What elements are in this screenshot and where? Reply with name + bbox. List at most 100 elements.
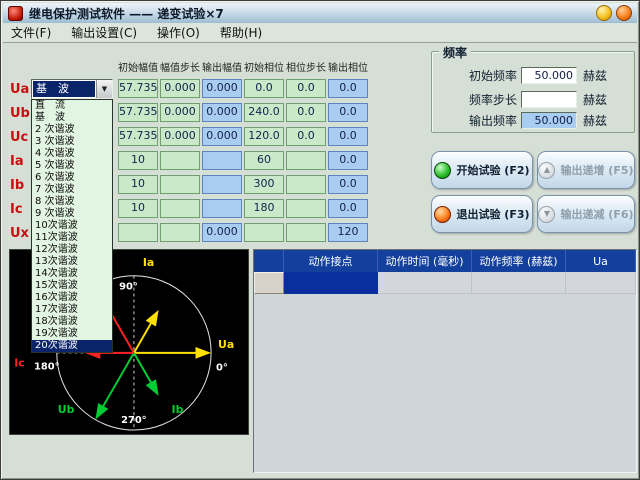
output-increase-button[interactable]: ▲ 输出递增 (F5)	[537, 151, 635, 189]
channel-cell[interactable]	[286, 151, 326, 170]
hz-unit-label: 赫兹	[583, 91, 607, 108]
channel-cell-output: 0.0	[328, 151, 368, 170]
channel-cell[interactable]: 180	[244, 199, 284, 218]
col-header-phase-step: 相位步长	[285, 59, 327, 74]
channel-cell[interactable]	[286, 223, 326, 242]
wave-option[interactable]: 9 次谐波	[32, 208, 112, 220]
wave-option[interactable]: 4 次谐波	[32, 148, 112, 160]
wave-option[interactable]: 2 次谐波	[32, 124, 112, 136]
channel-cell[interactable]: 0.0	[286, 103, 326, 122]
minimize-button[interactable]	[596, 5, 612, 21]
channel-cell[interactable]: 0.000	[160, 79, 200, 98]
start-test-label: 开始试验 (F2)	[456, 162, 529, 178]
wave-option[interactable]: 直 流	[32, 100, 112, 112]
channel-cell-output	[202, 175, 242, 194]
exit-test-label: 退出试验 (F3)	[456, 206, 529, 222]
results-cell[interactable]	[566, 272, 636, 294]
menu-help[interactable]: 帮助(H)	[220, 24, 262, 41]
menu-output-settings[interactable]: 输出设置(C)	[71, 24, 137, 41]
wave-option[interactable]: 7 次谐波	[32, 184, 112, 196]
results-header-contact: 动作接点	[284, 250, 378, 272]
wave-option[interactable]: 16次谐波	[32, 292, 112, 304]
wave-option[interactable]: 14次谐波	[32, 268, 112, 280]
channel-cell[interactable]	[160, 223, 200, 242]
vector-ia	[134, 313, 157, 353]
axis-label-90: 90°	[119, 282, 138, 293]
results-cell[interactable]	[472, 272, 566, 294]
channel-cell-output	[202, 151, 242, 170]
wave-option[interactable]: 18次谐波	[32, 316, 112, 328]
channel-cell[interactable]	[160, 199, 200, 218]
channel-cell[interactable]: 0.0	[244, 79, 284, 98]
wave-option[interactable]: 10次谐波	[32, 220, 112, 232]
channel-cell[interactable]: 240.0	[244, 103, 284, 122]
channel-cell[interactable]: 57.735	[118, 127, 158, 146]
channel-cell[interactable]: 60	[244, 151, 284, 170]
wave-option[interactable]: 8 次谐波	[32, 196, 112, 208]
phasor-label-ub: Ub	[58, 403, 75, 416]
channel-cell[interactable]: 0.0	[286, 79, 326, 98]
menu-bar: 文件(F) 输出设置(C) 操作(O) 帮助(H)	[3, 23, 637, 43]
wave-option[interactable]: 19次谐波	[32, 328, 112, 340]
channel-cell[interactable]: 57.735	[118, 103, 158, 122]
channel-cell-output: 0.0	[328, 79, 368, 98]
app-icon[interactable]	[8, 6, 23, 21]
channel-cell[interactable]: 0.0	[286, 127, 326, 146]
wave-option[interactable]: 13次谐波	[32, 256, 112, 268]
col-header-output-amplitude: 输出幅值	[201, 59, 243, 74]
axis-label-180: 180°	[34, 362, 60, 373]
channel-cell[interactable]	[160, 175, 200, 194]
waveform-dropdown-list: 直 流 基 波 2 次谐波 3 次谐波 4 次谐波 5 次谐波 6 次谐波 7 …	[31, 99, 113, 353]
channel-cell[interactable]	[160, 151, 200, 170]
title-bar[interactable]: 继电保护测试软件 —— 递变试验×7	[3, 3, 637, 23]
channel-cell[interactable]	[286, 199, 326, 218]
init-frequency-label: 初始频率	[437, 67, 517, 84]
vector-ub	[97, 353, 134, 416]
channel-cell-output: 0.0	[328, 199, 368, 218]
channel-cell[interactable]: 10	[118, 199, 158, 218]
output-decrease-button[interactable]: ▼ 输出递减 (F6)	[537, 195, 635, 233]
wave-option[interactable]: 基 波	[32, 112, 112, 124]
menu-file[interactable]: 文件(F)	[11, 24, 51, 41]
freq-row-output: 输出频率 50.000 赫兹	[437, 112, 633, 129]
wave-option-highlighted[interactable]: 20次谐波	[32, 340, 112, 352]
col-header-amplitude-step: 幅值步长	[159, 59, 201, 74]
wave-option[interactable]: 5 次谐波	[32, 160, 112, 172]
channel-cell[interactable]: 57.735	[118, 79, 158, 98]
col-header-init-phase: 初始相位	[243, 59, 285, 74]
results-row-header-cell[interactable]	[254, 272, 284, 294]
start-test-button[interactable]: 开始试验 (F2)	[431, 151, 533, 189]
channel-cell[interactable]: 10	[118, 151, 158, 170]
frequency-step-field[interactable]	[521, 91, 577, 108]
results-cell[interactable]	[378, 272, 472, 294]
exit-test-button[interactable]: 退出试验 (F3)	[431, 195, 533, 233]
wave-option[interactable]: 11次谐波	[32, 232, 112, 244]
output-decrease-label: 输出递减 (F6)	[560, 206, 633, 222]
channel-cell[interactable]	[286, 175, 326, 194]
wave-option[interactable]: 3 次谐波	[32, 136, 112, 148]
wave-option[interactable]: 6 次谐波	[32, 172, 112, 184]
channel-cell[interactable]: 120.0	[244, 127, 284, 146]
wave-option[interactable]: 15次谐波	[32, 280, 112, 292]
menu-operate[interactable]: 操作(O)	[157, 24, 200, 41]
vector-ib	[134, 353, 157, 393]
results-selected-cell[interactable]	[284, 272, 378, 294]
wave-option[interactable]: 12次谐波	[32, 244, 112, 256]
channel-cell[interactable]	[118, 223, 158, 242]
results-table: 动作接点 动作时间 (毫秒) 动作频率 (赫兹) Ua	[253, 249, 637, 473]
wave-option[interactable]: 17次谐波	[32, 304, 112, 316]
up-arrow-icon: ▲	[538, 162, 555, 179]
channel-cell-output: 0.000	[202, 79, 242, 98]
col-header-init-amplitude: 初始幅值	[117, 59, 159, 74]
channel-cell-output: 0.0	[328, 103, 368, 122]
channel-cell[interactable]: 300	[244, 175, 284, 194]
channel-cell[interactable]: 10	[118, 175, 158, 194]
channel-cell[interactable]	[244, 223, 284, 242]
channel-cell[interactable]: 0.000	[160, 103, 200, 122]
init-frequency-field[interactable]: 50.000	[521, 67, 577, 84]
waveform-combobox[interactable]: 基 波 ▼	[31, 79, 113, 99]
chevron-down-icon[interactable]: ▼	[96, 80, 112, 98]
close-button[interactable]	[616, 5, 632, 21]
phasor-label-ua: Ua	[218, 338, 234, 351]
channel-cell[interactable]: 0.000	[160, 127, 200, 146]
